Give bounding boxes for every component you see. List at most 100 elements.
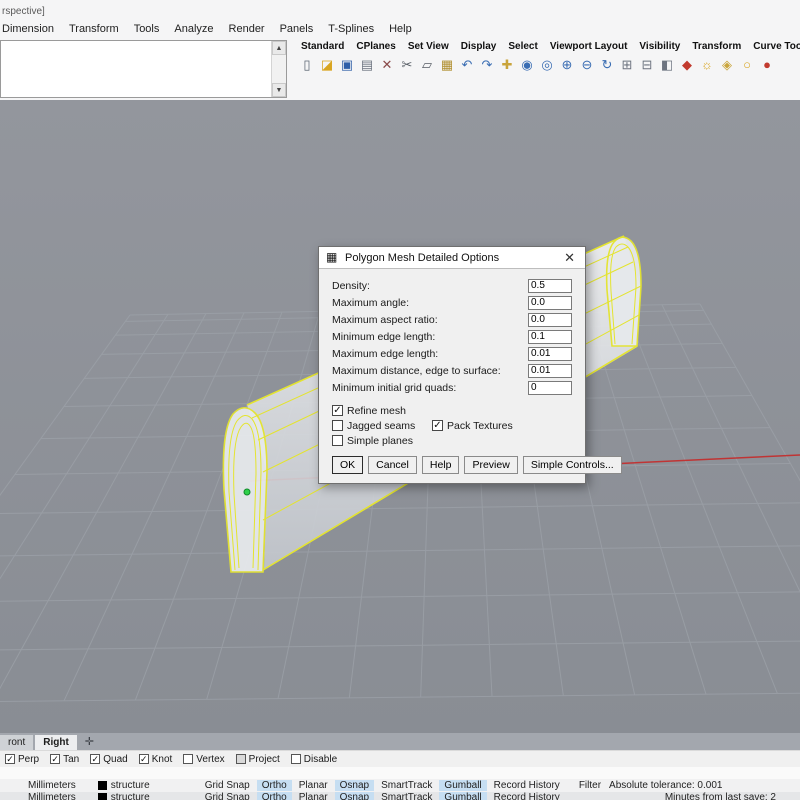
gumball-toggle[interactable]: Gumball [439, 780, 487, 791]
osnap-toggle[interactable]: Osnap [334, 792, 375, 800]
command-scrollbar[interactable]: ▲ ▼ [271, 41, 286, 97]
zoom-extents-icon[interactable]: ⊕ [559, 57, 575, 73]
checkbox-box[interactable] [290, 754, 301, 764]
checkbox-box[interactable] [332, 420, 343, 431]
copy-icon[interactable]: ▱ [419, 57, 435, 73]
scroll-up-icon[interactable]: ▲ [272, 41, 286, 55]
checkbox-box[interactable]: ✓ [90, 754, 101, 764]
toolbar-tab-visibility[interactable]: Visibility [635, 41, 684, 52]
rotate-view-icon[interactable]: ↻ [599, 57, 615, 73]
max-edge-length-field[interactable] [528, 346, 572, 361]
max-aspect-ratio-field[interactable] [528, 312, 572, 327]
refine-mesh-checkbox[interactable]: ✓ Refine mesh [332, 405, 432, 417]
simple-planes-checkbox[interactable]: Simple planes [332, 435, 432, 447]
toolbar-tab-select[interactable]: Select [504, 41, 541, 52]
jagged-seams-checkbox[interactable]: Jagged seams [332, 420, 432, 432]
checkbox-box[interactable]: ✓ [50, 754, 61, 764]
menu-help[interactable]: Help [389, 23, 412, 35]
grid-snap-toggle[interactable]: Grid Snap [200, 780, 255, 791]
density-field[interactable] [528, 278, 572, 293]
osnap-perp[interactable]: ✓ Perp [5, 754, 39, 765]
viewport-layout-icon[interactable]: ⊟ [639, 57, 655, 73]
lock-object-icon[interactable]: ◈ [719, 57, 735, 73]
current-layer-indicator[interactable]: structure [97, 780, 150, 791]
toolbar-tab-standard[interactable]: Standard [297, 41, 348, 52]
material-icon[interactable]: ● [759, 57, 775, 73]
grid-snap-toggle[interactable]: Grid Snap [200, 792, 255, 800]
checkbox-box[interactable]: ✓ [432, 420, 443, 431]
simple-controls-button[interactable]: Simple Controls... [522, 456, 622, 474]
menu-panels[interactable]: Panels [280, 23, 314, 35]
ok-button[interactable]: OK [332, 456, 364, 474]
toolbar-tab-transform[interactable]: Transform [688, 41, 745, 52]
record-history-toggle[interactable]: Record History [489, 792, 565, 800]
menu-transform[interactable]: Transform [69, 23, 119, 35]
osnap-disable[interactable]: Disable [290, 754, 337, 765]
viewport-tab-right[interactable]: Right [35, 735, 77, 750]
osnap-vertex[interactable]: Vertex [183, 754, 225, 765]
toolbar-tab-cplanes[interactable]: CPlanes [352, 41, 399, 52]
max-distance-field[interactable] [528, 363, 572, 378]
undo-icon[interactable]: ↶ [459, 57, 475, 73]
preview-button[interactable]: Preview [464, 456, 518, 474]
ortho-toggle[interactable]: Ortho [256, 780, 292, 791]
osnap-quad[interactable]: ✓ Quad [90, 754, 128, 765]
pan-tabs-icon[interactable]: ✛ [85, 735, 94, 750]
toolbar-tab-viewport-layout[interactable]: Viewport Layout [546, 41, 632, 52]
display-mode-icon[interactable]: ◧ [659, 57, 675, 73]
new-file-icon[interactable]: ▯ [299, 57, 315, 73]
viewport-tab-front[interactable]: ront [0, 735, 34, 750]
checkbox-box[interactable] [235, 754, 246, 764]
zoom-window-icon[interactable]: ◎ [539, 57, 555, 73]
menu-render[interactable]: Render [229, 23, 265, 35]
menu-tsplines[interactable]: T-Splines [328, 23, 374, 35]
menu-dimension[interactable]: Dimension [2, 23, 54, 35]
record-history-toggle[interactable]: Record History [489, 780, 565, 791]
menu-analyze[interactable]: Analyze [174, 23, 213, 35]
smarttrack-toggle[interactable]: SmartTrack [376, 792, 437, 800]
lightbulb-icon[interactable]: ○ [739, 57, 755, 73]
menu-tools[interactable]: Tools [134, 23, 160, 35]
print-icon[interactable]: ▤ [359, 57, 375, 73]
pack-textures-checkbox[interactable]: ✓ Pack Textures [432, 420, 513, 432]
checkbox-box[interactable]: ✓ [5, 754, 15, 764]
checkbox-box[interactable] [332, 435, 343, 446]
planar-toggle[interactable]: Planar [294, 780, 333, 791]
help-button[interactable]: Help [421, 456, 460, 474]
cut-icon[interactable]: ✂ [399, 57, 415, 73]
delete-icon[interactable]: ✕ [379, 57, 395, 73]
scroll-down-icon[interactable]: ▼ [272, 83, 286, 97]
osnap-knot[interactable]: ✓ Knot [138, 754, 172, 765]
set-view-icon[interactable]: ⊞ [619, 57, 635, 73]
units-indicator[interactable]: Millimeters [28, 780, 76, 791]
checkbox-box[interactable]: ✓ [332, 405, 343, 416]
save-icon[interactable]: ▣ [339, 57, 355, 73]
smarttrack-toggle[interactable]: SmartTrack [376, 780, 437, 791]
pan-hand-icon[interactable]: ✚ [499, 57, 515, 73]
checkbox-box[interactable] [183, 754, 194, 764]
select-filter-icon[interactable]: ◆ [679, 57, 695, 73]
redo-icon[interactable]: ↷ [479, 57, 495, 73]
zoom-dynamic-icon[interactable]: ◉ [519, 57, 535, 73]
min-edge-length-field[interactable] [528, 329, 572, 344]
toolbar-tab-set-view[interactable]: Set View [404, 41, 453, 52]
ortho-toggle[interactable]: Ortho [256, 792, 292, 800]
toolbar-tab-curve-tools[interactable]: Curve Tools [749, 41, 800, 52]
planar-toggle[interactable]: Planar [294, 792, 333, 800]
toolbar-tab-display[interactable]: Display [457, 41, 501, 52]
checkbox-box[interactable]: ✓ [138, 754, 149, 764]
max-angle-field[interactable] [528, 295, 572, 310]
gumball-toggle[interactable]: Gumball [439, 792, 487, 800]
osnap-tan[interactable]: ✓ Tan [50, 754, 79, 765]
min-grid-quads-field[interactable] [528, 380, 572, 395]
osnap-toggle[interactable]: Osnap [334, 780, 375, 791]
hide-object-icon[interactable]: ☼ [699, 57, 715, 73]
command-history-box[interactable]: ▲ ▼ [0, 40, 287, 98]
filter-toggle[interactable]: Filter [579, 780, 601, 791]
cancel-button[interactable]: Cancel [368, 456, 417, 474]
zoom-selected-icon[interactable]: ⊖ [579, 57, 595, 73]
paste-icon[interactable]: ▦ [439, 57, 455, 73]
osnap-project[interactable]: Project [235, 754, 280, 765]
close-icon[interactable]: ✕ [561, 250, 578, 266]
open-file-icon[interactable]: ◪ [319, 57, 335, 73]
